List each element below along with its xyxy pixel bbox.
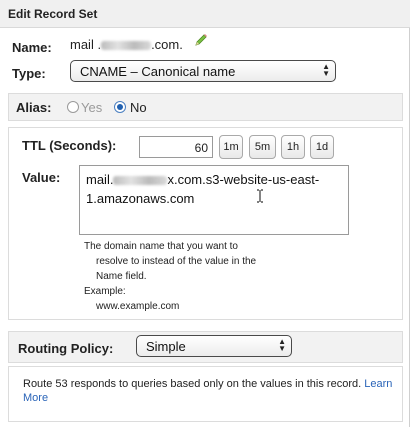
ttl-input[interactable]: 60 <box>139 136 213 158</box>
ttl-1d-button[interactable]: 1d <box>310 135 334 159</box>
routing-info-box: Route 53 responds to queries based only … <box>8 366 403 422</box>
up-down-arrows-icon: ▲ ▼ <box>322 62 330 78</box>
type-select[interactable]: CNAME – Canonical name ▲ ▼ <box>70 60 336 82</box>
value-label: Value: <box>22 170 61 185</box>
alias-no-radio[interactable] <box>114 101 126 113</box>
example-label: Example: <box>84 286 126 297</box>
pencil-icon[interactable] <box>194 33 208 47</box>
value-help-line-1: The domain name that you want to <box>84 241 238 252</box>
redacted-text <box>101 41 152 51</box>
value-line-1-prefix: mail. <box>86 172 114 187</box>
i-beam-cursor-icon <box>256 189 264 206</box>
routing-selected-value: Simple <box>146 339 186 354</box>
alias-yes-radio[interactable] <box>67 101 79 113</box>
routing-policy-select[interactable]: Simple ▲ ▼ <box>136 335 292 357</box>
value-line-1: mail. x.com.s3-website-us-east- <box>86 170 342 189</box>
routing-info-text: Route 53 responds to queries based only … <box>23 377 398 405</box>
panel-title: Edit Record Set <box>8 7 98 21</box>
alias-yes-label: Yes <box>81 100 103 115</box>
routing-policy-label: Routing Policy: <box>18 341 114 356</box>
ttl-label: TTL (Seconds): <box>22 138 117 153</box>
redacted-text <box>113 176 168 186</box>
ttl-1h-button[interactable]: 1h <box>281 135 305 159</box>
learn-link-text: Learn <box>364 378 393 390</box>
value-line-1-suffix: x.com.s3-website-us-east- <box>167 172 320 187</box>
type-selected-value: CNAME – Canonical name <box>80 64 236 79</box>
edit-record-set-panel: Edit Record Set Name: mail . .com. Type: … <box>0 0 410 427</box>
name-label: Name: <box>12 40 52 55</box>
alias-label: Alias: <box>16 100 52 115</box>
name-prefix: mail . <box>70 37 102 52</box>
alias-no-label: No <box>130 100 147 115</box>
value-help-line-3: Name field. <box>96 271 147 282</box>
name-value: mail . .com. <box>70 37 183 52</box>
name-suffix: .com. <box>151 37 183 52</box>
more-link-text: More <box>23 392 49 404</box>
value-help-line-2: resolve to instead of the value in the <box>96 256 257 267</box>
routing-info-sentence: Route 53 responds to queries based only … <box>23 378 362 390</box>
ttl-5m-button[interactable]: 5m <box>249 135 276 159</box>
example-value: www.example.com <box>96 301 180 312</box>
panel-header: Edit Record Set <box>0 0 410 28</box>
up-down-arrows-icon: ▲ ▼ <box>278 337 286 353</box>
type-label: Type: <box>12 66 46 81</box>
ttl-1m-button[interactable]: 1m <box>219 135 243 159</box>
value-textarea[interactable]: mail. x.com.s3-website-us-east- 1.amazona… <box>79 165 349 235</box>
value-line-2: 1.amazonaws.com <box>86 191 195 206</box>
